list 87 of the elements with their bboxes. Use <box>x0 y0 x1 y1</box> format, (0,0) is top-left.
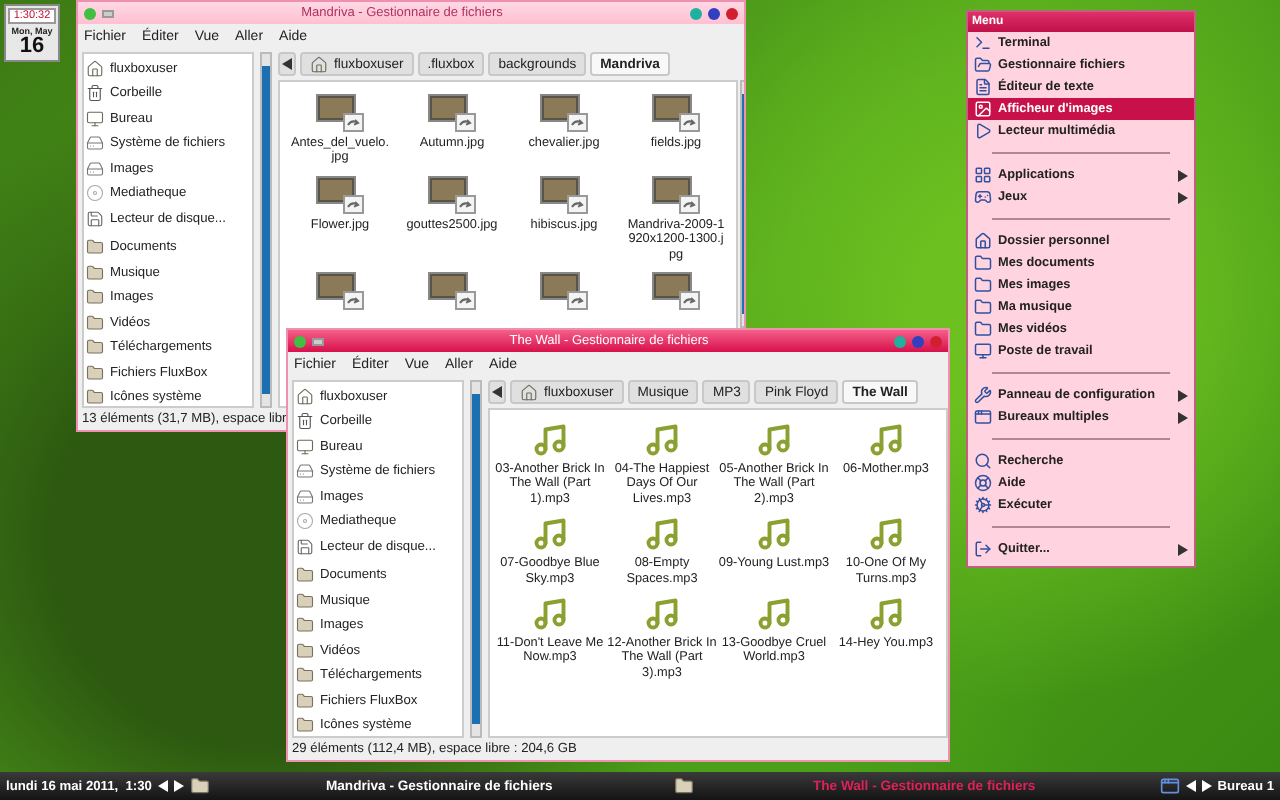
play-icon <box>974 122 992 140</box>
desktop-icon <box>86 109 104 128</box>
window-icon[interactable] <box>1159 776 1180 796</box>
gamepad-icon <box>974 188 992 206</box>
desktop-icon <box>296 437 314 456</box>
left-arrow-icon[interactable] <box>1185 780 1196 792</box>
folder-icon <box>86 288 104 307</box>
right-arrow-icon[interactable] <box>173 780 184 792</box>
folder-icon <box>86 313 104 332</box>
music-note-icon <box>532 596 568 633</box>
right-arrow-icon[interactable] <box>1201 780 1212 792</box>
folder-icon <box>86 238 104 257</box>
folder-icon <box>86 338 104 357</box>
image-file-icon <box>428 94 476 132</box>
home-folder-icon <box>520 383 538 401</box>
folder-icon <box>86 388 104 407</box>
monitor-icon <box>974 342 992 360</box>
music-note-icon <box>868 596 904 633</box>
music-note-icon <box>868 516 904 553</box>
disc-icon <box>86 184 104 203</box>
folder-icon <box>974 56 992 74</box>
image-file-icon <box>316 272 364 311</box>
music-note-icon <box>756 596 792 633</box>
folder-icon <box>974 320 992 338</box>
scrollbar[interactable] <box>260 52 272 408</box>
music-note-icon <box>644 596 680 633</box>
image-file-icon <box>540 272 588 311</box>
maximize-icon[interactable] <box>708 7 720 19</box>
scrollbar[interactable] <box>470 380 482 738</box>
folder-icon <box>296 616 314 635</box>
music-note-icon <box>644 516 680 553</box>
image-file-icon <box>428 272 476 311</box>
folder-icon <box>296 566 314 585</box>
image-file-icon <box>652 94 700 132</box>
folder-icon <box>86 363 104 382</box>
folder-icon <box>86 263 104 282</box>
folder-icon <box>296 666 314 685</box>
disc-icon <box>296 512 314 531</box>
image-file-icon <box>540 94 588 132</box>
drive-icon <box>86 134 104 153</box>
music-note-icon <box>644 422 680 458</box>
document-icon <box>974 78 992 96</box>
trash-icon <box>296 412 314 431</box>
back-button[interactable] <box>488 380 506 404</box>
folder-icon <box>296 691 314 710</box>
exit-icon <box>974 540 992 558</box>
folder-icon <box>974 298 992 316</box>
image-file-icon <box>652 175 700 214</box>
image-file-icon <box>652 272 700 311</box>
home-icon <box>974 232 992 250</box>
folder-icon <box>974 254 992 272</box>
image-file-icon <box>428 175 476 214</box>
folder-icon <box>296 641 314 660</box>
folder-icon <box>974 276 992 294</box>
trash-icon <box>86 84 104 103</box>
music-note-icon <box>756 422 792 458</box>
left-arrow-icon[interactable] <box>282 58 292 70</box>
image-icon <box>974 100 992 118</box>
music-note-icon <box>532 516 568 553</box>
home-folder-icon <box>310 55 328 73</box>
drive-icon <box>296 487 314 506</box>
clock-date: 16 <box>19 36 45 58</box>
left-arrow-icon[interactable] <box>492 386 502 398</box>
folder-icon <box>674 776 695 796</box>
window-icon <box>974 408 992 426</box>
home-folder-icon <box>296 387 314 406</box>
close-icon[interactable] <box>726 7 738 19</box>
image-file-icon <box>316 175 364 214</box>
grid-icon <box>974 166 992 184</box>
drive-icon <box>86 159 104 178</box>
music-note-icon <box>532 422 568 458</box>
drive-icon <box>296 462 314 481</box>
home-folder-icon <box>86 59 104 78</box>
image-file-icon <box>316 94 364 132</box>
music-note-icon <box>868 422 904 458</box>
music-note-icon <box>756 516 792 553</box>
left-arrow-icon[interactable] <box>157 780 168 792</box>
folder-icon <box>189 776 210 796</box>
image-file-icon <box>540 175 588 214</box>
gear-icon <box>974 496 992 514</box>
back-button[interactable] <box>278 52 296 76</box>
terminal-icon <box>974 34 992 52</box>
wrench-icon <box>974 386 992 404</box>
search-icon <box>974 452 992 470</box>
folder-icon <box>296 591 314 610</box>
lifebuoy-icon <box>974 474 992 492</box>
folder-icon <box>296 716 314 735</box>
